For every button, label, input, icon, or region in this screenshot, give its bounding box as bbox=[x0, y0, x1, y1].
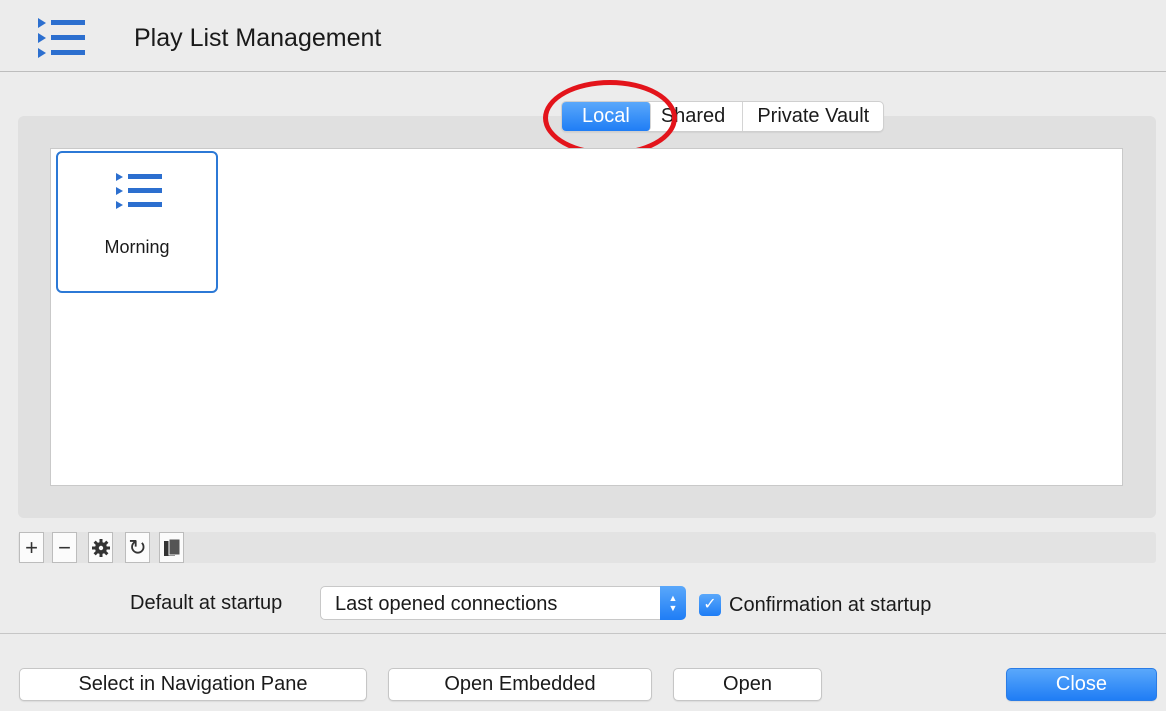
settings-button[interactable] bbox=[88, 532, 113, 563]
plus-icon: + bbox=[25, 534, 38, 560]
refresh-icon: ↻ bbox=[128, 534, 147, 560]
open-button[interactable]: Open bbox=[673, 668, 822, 701]
chevron-updown-icon: ▲ ▼ bbox=[660, 586, 686, 620]
playlist-item-label: Morning bbox=[104, 237, 170, 257]
remove-button[interactable]: − bbox=[52, 532, 77, 563]
open-embedded-button[interactable]: Open Embedded bbox=[388, 668, 652, 701]
tab-shared[interactable]: Shared bbox=[651, 102, 744, 131]
select-in-navigation-pane-button[interactable]: Select in Navigation Pane bbox=[19, 668, 367, 701]
gear-icon bbox=[91, 538, 110, 557]
minus-icon: − bbox=[58, 534, 71, 560]
copy-button[interactable] bbox=[159, 532, 184, 563]
playlist-icon bbox=[116, 173, 162, 209]
add-button[interactable]: + bbox=[19, 532, 44, 563]
confirmation-label: Confirmation at startup bbox=[729, 594, 932, 616]
startup-label: Default at startup bbox=[130, 592, 283, 614]
tab-private-vault[interactable]: Private Vault bbox=[743, 102, 883, 131]
confirmation-checkbox[interactable]: ✓ bbox=[699, 594, 721, 616]
list-toolbar bbox=[18, 532, 1156, 563]
playlist-icon bbox=[38, 18, 85, 58]
tab-bar: Local Shared Private Vault bbox=[561, 101, 885, 132]
footer-divider bbox=[0, 633, 1166, 634]
tab-local[interactable]: Local bbox=[562, 102, 651, 131]
close-button[interactable]: Close bbox=[1006, 668, 1157, 701]
refresh-button[interactable]: ↻ bbox=[125, 532, 150, 563]
copy-icon bbox=[163, 538, 180, 556]
startup-select-value: Last opened connections bbox=[335, 593, 558, 615]
startup-select[interactable]: Last opened connections ▲ ▼ bbox=[320, 586, 686, 620]
window-title: Play List Management bbox=[134, 24, 382, 52]
playlist-item-morning[interactable]: Morning bbox=[56, 151, 218, 293]
window-header: Play List Management bbox=[0, 0, 1166, 72]
